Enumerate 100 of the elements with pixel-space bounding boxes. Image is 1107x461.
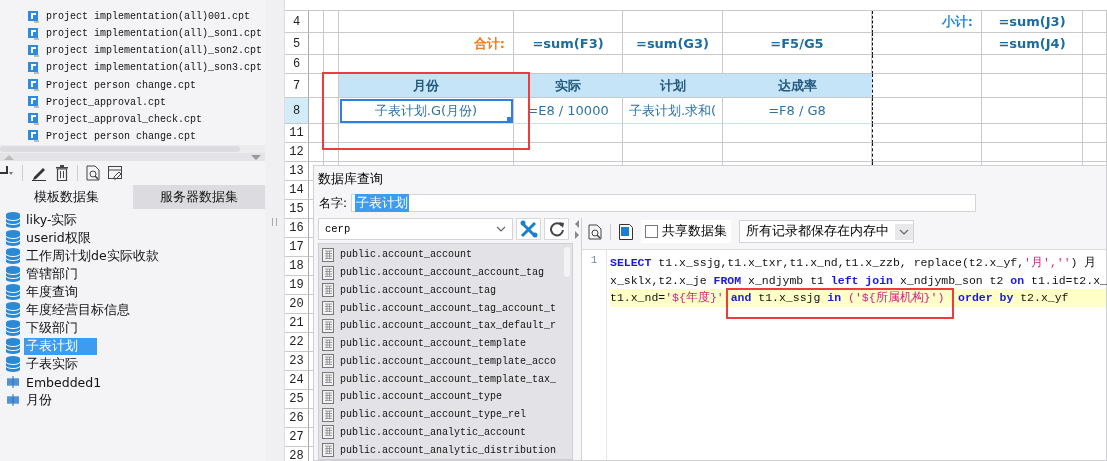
row-number[interactable]: 16 — [285, 219, 309, 238]
refresh-button[interactable] — [544, 218, 569, 240]
edit-dataset-icon[interactable] — [108, 166, 123, 180]
empty-cell[interactable] — [324, 11, 339, 33]
empty-cell[interactable] — [309, 33, 324, 55]
row-number[interactable]: 17 — [285, 238, 309, 257]
empty-cell[interactable] — [1083, 33, 1107, 55]
dataset-item[interactable]: 管辖部门 — [24, 265, 80, 283]
spreadsheet-cell[interactable]: =E8 / 10000 — [514, 98, 623, 124]
row-number[interactable]: 6 — [285, 55, 309, 74]
dataset-tab[interactable]: 服务器数据集 — [132, 185, 265, 209]
file-name[interactable]: project implementation(all)_son1.cpt — [46, 28, 263, 40]
row-number[interactable]: 7 — [285, 74, 309, 98]
row-number[interactable]: 8 — [285, 98, 309, 124]
spreadsheet-cell[interactable]: =sum(G3) — [623, 33, 723, 55]
dataset-item[interactable]: userid权限 — [24, 229, 93, 247]
shared-dataset-checkbox[interactable]: 共享数据集 — [641, 220, 731, 243]
file-name[interactable]: Project_approval_check.cpt — [46, 113, 203, 125]
spreadsheet-cell[interactable]: 子表计划.求和( — [623, 98, 723, 124]
dataset-item[interactable]: 月份 — [24, 391, 54, 409]
scrollbar-thumb[interactable] — [0, 146, 240, 152]
row-number[interactable]: 27 — [285, 428, 309, 447]
row-number[interactable]: 13 — [285, 162, 309, 181]
fill-handle[interactable] — [507, 117, 512, 122]
table-name[interactable]: public.account_analytic_account — [340, 426, 527, 438]
tools-button[interactable] — [516, 218, 541, 240]
file-name[interactable]: Project person change.cpt — [46, 79, 197, 91]
dataset-item[interactable]: 子表实际 — [24, 355, 80, 373]
dataset-item[interactable]: Embedded1 — [24, 374, 104, 390]
dataset-item[interactable]: liky-实际 — [24, 211, 80, 229]
empty-cell[interactable] — [1083, 98, 1107, 124]
empty-cell[interactable] — [982, 74, 1083, 98]
collapse-left-icon[interactable] — [575, 220, 579, 228]
spreadsheet-cell[interactable]: =sum(F3) — [514, 33, 623, 55]
pencil-icon[interactable] — [31, 165, 47, 181]
file-name[interactable]: Project person change.cpt — [46, 130, 197, 142]
preview-icon[interactable] — [86, 165, 100, 181]
table-name[interactable]: public.account_account — [340, 249, 473, 261]
table-name[interactable]: public.account_account_template_acco — [340, 355, 557, 367]
spreadsheet-cell[interactable]: =sum(J4) — [982, 33, 1083, 55]
dataset-item[interactable]: 工作周计划de实际收款 — [24, 247, 161, 265]
dataset-item[interactable]: 年度查询 — [24, 283, 80, 301]
row-number[interactable]: 22 — [285, 333, 309, 352]
empty-cell[interactable] — [1083, 74, 1107, 98]
save-icon[interactable] — [619, 223, 633, 240]
row-number[interactable]: 18 — [285, 257, 309, 276]
row-number[interactable]: 23 — [285, 352, 309, 371]
file-name[interactable]: project implementation(all)_son2.cpt — [46, 45, 263, 57]
spreadsheet-cell[interactable]: 计划 — [623, 74, 723, 98]
row-number[interactable]: 4 — [285, 11, 309, 33]
row-number[interactable]: 15 — [285, 200, 309, 219]
spreadsheet-cell[interactable]: =sum(J3) — [982, 11, 1083, 33]
empty-cell[interactable] — [514, 11, 623, 33]
file-name[interactable]: Project_approval.cpt — [46, 96, 167, 108]
empty-cell[interactable] — [1083, 11, 1107, 33]
row-number[interactable]: 21 — [285, 314, 309, 333]
file-name[interactable]: project implementation(all)001.cpt — [46, 11, 251, 23]
sql-editor[interactable] — [582, 249, 1106, 460]
empty-cell[interactable] — [623, 11, 723, 33]
trash-icon[interactable] — [55, 165, 69, 181]
empty-cell[interactable] — [324, 33, 339, 55]
row-number[interactable]: 25 — [285, 390, 309, 409]
empty-cell[interactable] — [723, 11, 872, 33]
table-name[interactable]: public.account_account_tag — [340, 284, 497, 296]
row-number[interactable]: 11 — [285, 124, 309, 143]
empty-cell[interactable] — [339, 11, 514, 33]
dataset-item[interactable]: 下级部门 — [24, 319, 80, 337]
spreadsheet-cell[interactable]: 小计: — [872, 11, 982, 33]
storage-mode-dropdown[interactable]: 所有记录都保存在内存中 — [739, 220, 914, 243]
spreadsheet-cell[interactable]: =F5/G5 — [723, 33, 872, 55]
dataset-item[interactable]: 年度经营目标信息 — [24, 301, 132, 319]
table-name[interactable]: public.account_account_tax_default_r — [340, 320, 557, 332]
spreadsheet-cell[interactable]: 月份 — [339, 74, 514, 98]
empty-cell[interactable] — [872, 98, 982, 124]
table-name[interactable]: public.account_account_tag_account_t — [340, 302, 557, 314]
row-number[interactable]: 26 — [285, 409, 309, 428]
row-number[interactable]: 14 — [285, 181, 309, 200]
table-name[interactable]: public.account_account_template — [340, 338, 527, 350]
spreadsheet-cell[interactable]: 实际 — [514, 74, 623, 98]
table-name[interactable]: public.account_account_account_tag — [340, 267, 545, 279]
table-name[interactable]: public.account_account_template_tax_ — [340, 373, 557, 385]
collapse-up-icon[interactable] — [4, 154, 14, 160]
empty-cell[interactable] — [324, 98, 339, 124]
connection-dropdown[interactable]: cerp — [318, 218, 513, 240]
row-number[interactable]: 24 — [285, 371, 309, 390]
table-name[interactable]: public.account_analytic_distribution — [340, 444, 557, 456]
empty-cell[interactable] — [309, 11, 324, 33]
row-number[interactable]: 12 — [285, 143, 309, 162]
expand-right-icon[interactable] — [575, 231, 579, 239]
table-name[interactable]: public.account_account_type — [340, 391, 503, 403]
file-name[interactable]: project implementation(all)_son3.cpt — [46, 62, 263, 74]
empty-cell[interactable] — [982, 98, 1083, 124]
row-number[interactable]: 5 — [285, 33, 309, 55]
preview-icon[interactable] — [588, 223, 602, 240]
row-number[interactable]: 19 — [285, 276, 309, 295]
spreadsheet-cell[interactable]: 达成率 — [723, 74, 872, 98]
splitter-grip[interactable] — [272, 218, 277, 226]
row-number[interactable]: 20 — [285, 295, 309, 314]
table-name[interactable]: public.account_account_type_rel — [340, 409, 527, 421]
spreadsheet-cell[interactable]: 子表计划.G(月份) — [339, 98, 514, 124]
